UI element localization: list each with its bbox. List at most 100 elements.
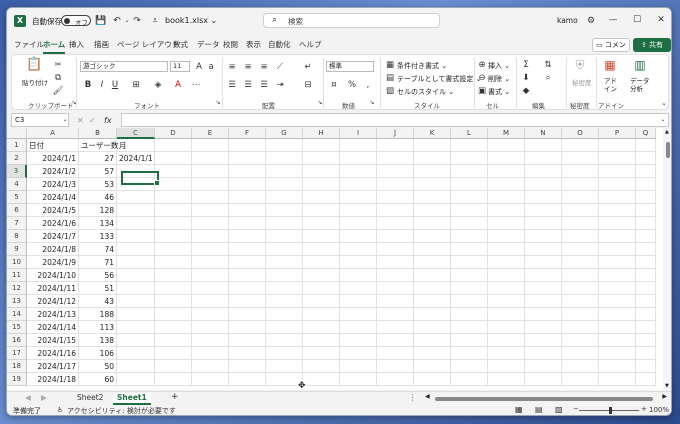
cell-b[interactable]: 53 [79,178,117,191]
cell[interactable] [488,178,525,191]
minimize-button[interactable]: — [605,13,621,27]
cell[interactable] [377,347,414,360]
cell[interactable] [377,243,414,256]
cell[interactable] [414,217,451,230]
tab-draw[interactable]: 描画 [94,39,109,50]
cell[interactable] [266,282,303,295]
cell[interactable] [155,334,192,347]
conditional-format-button[interactable]: 条件付き書式 ⌄ [397,61,447,71]
cell[interactable] [303,282,340,295]
cell[interactable] [525,334,562,347]
cell[interactable] [303,217,340,230]
cell[interactable] [303,256,340,269]
tab-insert[interactable]: 挿入 [69,39,84,50]
cell[interactable] [192,347,229,360]
cell-b[interactable]: 74 [79,243,117,256]
cell[interactable] [155,230,192,243]
cell[interactable] [303,321,340,334]
percent-icon[interactable]: % [346,79,358,91]
cell[interactable] [229,217,266,230]
cell[interactable] [155,269,192,282]
cell[interactable] [488,373,525,386]
accounting-icon[interactable]: ¤ [328,79,340,91]
cell[interactable] [229,282,266,295]
row-header[interactable]: 5 [7,191,27,204]
row-header[interactable]: 19 [7,373,27,386]
cell[interactable] [229,321,266,334]
column-header-e[interactable]: E [192,128,229,139]
autosave-toggle[interactable]: オフ [61,15,91,27]
cell[interactable] [155,308,192,321]
cell[interactable] [266,204,303,217]
cell[interactable] [451,217,488,230]
row-header[interactable]: 6 [7,204,27,217]
cell-a[interactable]: 2024/1/17 [27,360,79,373]
cell-a[interactable]: 2024/1/12 [27,295,79,308]
cell[interactable] [636,334,656,347]
cell[interactable] [599,243,636,256]
cell[interactable] [414,178,451,191]
bold-icon[interactable]: B [82,79,94,91]
close-button[interactable]: ✕ [653,13,669,27]
formula-cancel-icon[interactable]: ✕ [77,116,84,125]
cell[interactable] [636,269,656,282]
cell[interactable] [636,308,656,321]
scroll-left-icon[interactable]: ◀ [425,393,430,400]
cell-b[interactable]: 60 [79,373,117,386]
column-header-i[interactable]: I [340,128,377,139]
cell[interactable] [266,256,303,269]
cell[interactable] [562,165,599,178]
cell[interactable] [451,139,488,152]
cell[interactable] [525,230,562,243]
cell[interactable] [562,334,599,347]
cell[interactable] [488,230,525,243]
cell-b[interactable]: 46 [79,191,117,204]
cell[interactable] [377,230,414,243]
cell[interactable] [414,191,451,204]
align-middle-icon[interactable]: ≡ [242,61,254,73]
cell[interactable] [562,347,599,360]
cell[interactable] [340,269,377,282]
cell[interactable] [488,152,525,165]
cell[interactable] [599,282,636,295]
sensitivity-button[interactable]: 秘密度 [572,77,592,87]
cell-b[interactable]: ユーザー数 [79,139,118,152]
cell[interactable] [192,295,229,308]
cell[interactable] [525,295,562,308]
cell[interactable] [488,282,525,295]
cell[interactable] [155,152,192,165]
cell[interactable] [636,191,656,204]
column-header-j[interactable]: J [377,128,414,139]
cell[interactable] [377,191,414,204]
cell[interactable] [303,243,340,256]
cell[interactable] [414,256,451,269]
table-format-icon[interactable]: ▤ [384,72,396,84]
cell[interactable] [636,217,656,230]
cell[interactable] [229,373,266,386]
cell-c[interactable] [117,373,155,386]
cell[interactable] [377,321,414,334]
cell-a[interactable]: 2024/1/18 [27,373,79,386]
cell[interactable] [340,191,377,204]
underline-icon[interactable]: U [109,79,121,91]
cell[interactable] [266,217,303,230]
paste-icon[interactable]: 📋 [26,58,42,75]
cell[interactable] [340,321,377,334]
column-header-k[interactable]: K [414,128,451,139]
cell[interactable] [229,295,266,308]
cell[interactable] [562,373,599,386]
cell[interactable] [599,334,636,347]
cell[interactable] [599,165,636,178]
cell[interactable] [192,360,229,373]
row-header[interactable]: 10 [7,256,27,269]
cell[interactable] [525,373,562,386]
cell[interactable] [562,191,599,204]
tab-page-layout[interactable]: ページ レイアウト [117,39,179,50]
share-button[interactable]: ⇪ 共有 [633,38,671,52]
cell[interactable] [303,334,340,347]
cell[interactable] [414,360,451,373]
cell[interactable] [229,334,266,347]
analyze-data-icon[interactable]: ▥ [632,59,648,75]
font-more-icon[interactable]: ⋯ [190,79,202,91]
cell-c[interactable] [117,295,155,308]
